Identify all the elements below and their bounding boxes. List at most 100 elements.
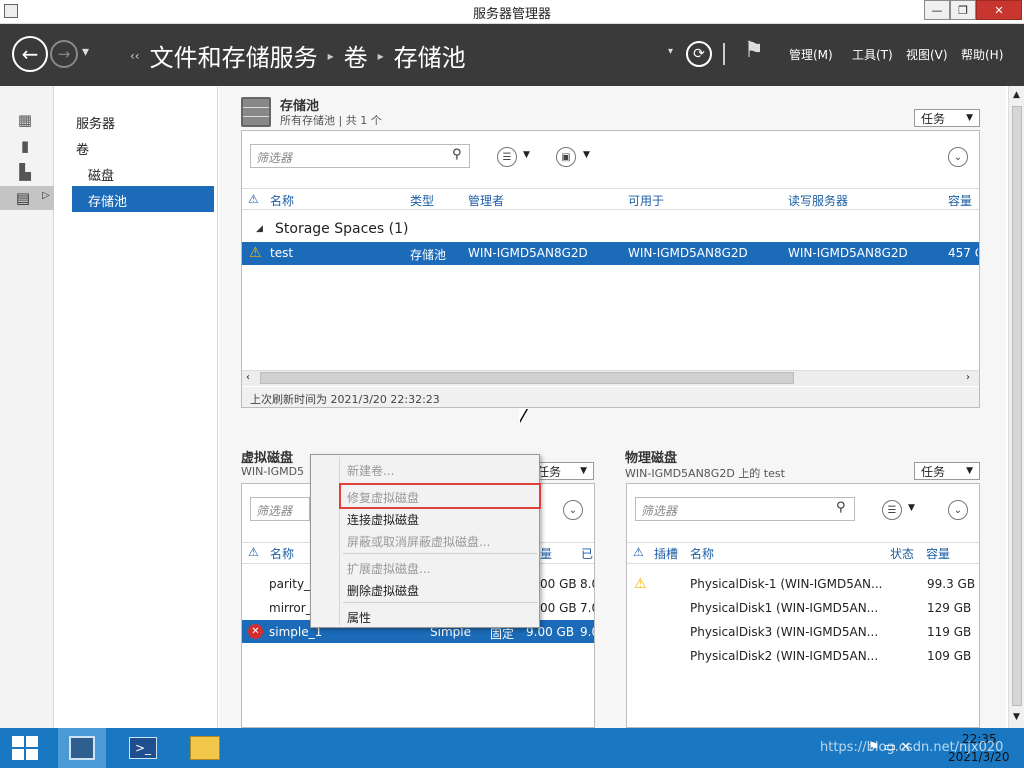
menu-separator [343, 553, 537, 554]
header-divider [723, 43, 725, 65]
group-collapse-icon[interactable]: ◢ [256, 224, 263, 234]
scroll-left-icon[interactable]: ‹ [246, 372, 250, 383]
chevron-down-icon: ▼ [580, 466, 587, 476]
menu-item-repair-virtual-disk[interactable]: 修复虚拟磁盘 [347, 489, 419, 506]
refresh-icon[interactable]: ⟳ [686, 41, 712, 67]
scroll-right-icon[interactable]: › [966, 372, 970, 383]
file-explorer-icon[interactable] [184, 732, 226, 764]
breadcrumb: ‹‹ 文件和存储服务 ▸ 卷 ▸ 存储池 [130, 38, 466, 73]
back-button[interactable]: ← [12, 36, 48, 72]
chevron-down-icon[interactable]: ▼ [583, 150, 590, 160]
menu-item-delete-virtual-disk[interactable]: 删除虚拟磁盘 [347, 582, 419, 599]
list-options-icon[interactable]: ☰ [497, 147, 517, 167]
menu-view[interactable]: 视图(V) [906, 46, 948, 63]
col-slot[interactable]: 插槽 [654, 545, 678, 562]
save-query-icon[interactable]: ▣ [556, 147, 576, 167]
header-bar: ← → ▾ ‹‹ 文件和存储服务 ▸ 卷 ▸ 存储池 ▾ ⟳ ⚑ 管理(M) 工… [0, 24, 1024, 86]
history-dropdown-icon[interactable]: ▾ [82, 44, 89, 60]
pdisk-name[interactable]: PhysicalDisk-1 (WIN-IGMD5AN... [690, 577, 882, 591]
col-name[interactable]: 名称 [270, 192, 294, 209]
menu-item-properties[interactable]: 属性 [347, 609, 371, 626]
nav-item-disks[interactable]: 磁盘 [88, 165, 114, 184]
vdisk-filter-input[interactable]: 筛选器 [250, 497, 310, 521]
group-label: Storage Spaces (1) [275, 221, 409, 237]
menu-help[interactable]: 帮助(H) [961, 46, 1003, 63]
warning-column-icon[interactable]: ⚠ [633, 545, 644, 559]
vdisk-allocated: 7.0 [580, 601, 594, 615]
notifications-flag-icon[interactable]: ⚑ [744, 38, 764, 63]
menu-item-new-volume[interactable]: 新建卷... [347, 462, 394, 479]
col-capacity[interactable]: 量 [540, 545, 552, 562]
search-icon[interactable]: ⚲ [836, 500, 846, 515]
expand-collapse-icon[interactable]: ⌄ [948, 500, 968, 520]
pools-filter-input[interactable]: 筛选器 [250, 144, 470, 168]
expand-collapse-icon[interactable]: ⌄ [563, 500, 583, 520]
breadcrumb-item-pools[interactable]: 存储池 [394, 38, 466, 73]
error-icon: ✕ [248, 624, 263, 639]
server-manager-icon[interactable] [61, 732, 103, 764]
chevron-down-icon: ▼ [966, 466, 973, 476]
col-managed-by[interactable]: 管理者 [468, 192, 504, 209]
breadcrumb-lead-icon: ‹‹ [130, 48, 140, 63]
pdisk-name[interactable]: PhysicalDisk2 (WIN-IGMD5AN... [690, 649, 878, 663]
col-capacity[interactable]: 容量 [926, 545, 950, 562]
menu-manage[interactable]: 管理(M) [789, 46, 833, 63]
pools-table-header [242, 188, 979, 210]
scrollbar-thumb[interactable] [260, 372, 794, 384]
breadcrumb-item-volumes[interactable]: 卷 [344, 38, 368, 73]
col-available-to[interactable]: 可用于 [628, 192, 664, 209]
chevron-down-icon[interactable]: ▼ [523, 150, 530, 160]
menu-tools[interactable]: 工具(T) [852, 46, 893, 63]
expand-collapse-icon[interactable]: ⌄ [948, 147, 968, 167]
vdisk-name[interactable]: mirror_ [269, 601, 312, 615]
forward-button[interactable]: → [50, 40, 78, 68]
breadcrumb-item-file-storage[interactable]: 文件和存储服务 [150, 38, 318, 73]
pdisk-name[interactable]: PhysicalDisk1 (WIN-IGMD5AN... [690, 601, 878, 615]
menu-item-mask-virtual-disk[interactable]: 屏蔽或取消屏蔽虚拟磁盘... [347, 533, 490, 550]
warning-column-icon[interactable]: ⚠ [248, 545, 259, 559]
col-status[interactable]: 状态 [890, 545, 914, 562]
scrollbar-thumb[interactable] [1012, 106, 1022, 706]
chevron-down-icon[interactable]: ▼ [908, 503, 915, 513]
pool-type: 存储池 [410, 248, 447, 262]
menu-item-extend-virtual-disk[interactable]: 扩展虚拟磁盘... [347, 560, 430, 577]
col-rw-server[interactable]: 读写服务器 [788, 192, 848, 209]
expand-arrow-icon[interactable]: ▷ [42, 190, 50, 201]
col-capacity[interactable]: 容量 [948, 192, 972, 209]
col-name[interactable]: 名称 [270, 545, 294, 562]
warning-column-icon[interactable]: ⚠ [248, 192, 259, 206]
windows-start-icon[interactable] [4, 732, 46, 764]
pdisk-tasks-dropdown[interactable]: 任务 ▼ [914, 462, 980, 480]
vertical-scrollbar[interactable]: ▲ ▼ [1008, 86, 1024, 728]
close-button[interactable]: ✕ [976, 0, 1022, 20]
powershell-icon[interactable]: >_ [122, 732, 164, 764]
refresh-dropdown-icon[interactable]: ▾ [668, 46, 673, 57]
all-servers-icon[interactable]: ▙ [14, 162, 36, 182]
chevron-down-icon: ▼ [966, 113, 973, 123]
local-server-icon[interactable]: ▮ [14, 136, 36, 156]
pools-tasks-dropdown[interactable]: 任务 ▼ [914, 109, 980, 127]
restore-button[interactable]: ❐ [950, 0, 976, 20]
menu-item-attach-virtual-disk[interactable]: 连接虚拟磁盘 [347, 511, 419, 528]
col-name[interactable]: 名称 [690, 545, 714, 562]
pdisk-name[interactable]: PhysicalDisk3 (WIN-IGMD5AN... [690, 625, 878, 639]
tasks-label: 任务 [921, 464, 946, 479]
nav-item-volumes[interactable]: 卷 [76, 139, 89, 158]
pdisk-filter-input[interactable]: 筛选器 [635, 497, 855, 521]
scroll-down-icon[interactable]: ▼ [1013, 712, 1020, 722]
nav-item-servers[interactable]: 服务器 [76, 113, 115, 132]
minimize-button[interactable]: — [924, 0, 950, 20]
file-storage-icon[interactable]: ▤ [12, 188, 34, 208]
scroll-up-icon[interactable]: ▲ [1013, 90, 1020, 100]
search-icon[interactable]: ⚲ [452, 147, 462, 162]
mouse-cursor-icon [519, 408, 527, 422]
dashboard-icon[interactable]: ▦ [14, 110, 36, 130]
col-allocated[interactable]: 已 [581, 545, 593, 562]
nav-item-storage-pools[interactable]: 存储池 [72, 186, 214, 212]
context-menu: 新建卷... 修复虚拟磁盘 连接虚拟磁盘 屏蔽或取消屏蔽虚拟磁盘... 扩展虚拟… [310, 454, 541, 628]
vdisk-name[interactable]: parity_ [269, 577, 310, 591]
taskbar: >_ ⚑ ▭ ✕ 22:35 2021/3/20 https://blog.cs… [0, 728, 1024, 768]
list-options-icon[interactable]: ☰ [882, 500, 902, 520]
col-type[interactable]: 类型 [410, 192, 434, 209]
storage-pool-icon [241, 97, 271, 127]
